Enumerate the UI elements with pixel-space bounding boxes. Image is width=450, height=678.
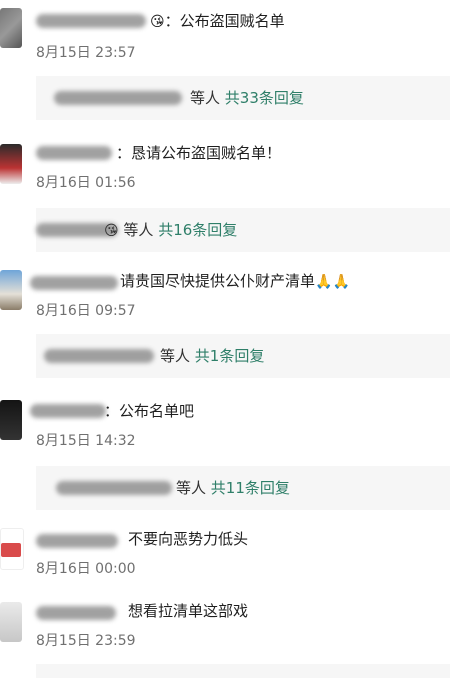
comment-item[interactable]: 不要向恶势力低头 8月16日 00:00: [0, 528, 450, 582]
comment-item[interactable]: 想看拉清单这部戏 8月15日 23:59: [0, 600, 450, 678]
reply-user-redacted: [54, 91, 182, 105]
reply-count-link[interactable]: 共1条回复: [195, 347, 265, 365]
comment-text: 想看拉清单这部戏: [128, 602, 249, 620]
reply-line: 😘 等人 共16条回复: [104, 221, 238, 239]
comment-timestamp: 8月16日 00:00: [36, 561, 136, 577]
comment-timestamp: 8月16日 09:57: [36, 303, 136, 319]
comment-text: 😘：公布盗国贼名单: [150, 12, 285, 30]
comment-text: ：恳请公布盗国贼名单！: [116, 144, 282, 162]
comment-item[interactable]: ：恳请公布盗国贼名单！ 8月16日 01:56 😘 等人 共16条回复: [0, 140, 450, 258]
kiss-emoji-icon: 😘: [104, 223, 119, 239]
comment-text: 请贵国尽快提供公仆财产清单🙏🙏: [120, 272, 350, 290]
comment-item[interactable]: 请贵国尽快提供公仆财产清单🙏🙏 8月16日 09:57 等人 共1条回复: [0, 270, 450, 382]
reply-line: 等人 共1条回复: [160, 347, 265, 365]
reply-count-link[interactable]: 共11条回复: [211, 479, 290, 497]
avatar[interactable]: [0, 602, 22, 642]
commenter-name-redacted: [36, 534, 118, 548]
comment-timestamp: 8月15日 23:57: [36, 45, 136, 61]
comment-timestamp: 8月15日 14:32: [36, 433, 136, 449]
reply-user-redacted: [56, 481, 172, 495]
avatar[interactable]: [0, 400, 22, 440]
reply-count-link[interactable]: 共16条回复: [158, 221, 237, 239]
reply-line: 等人 共11条回复: [176, 479, 290, 497]
commenter-name-redacted: [36, 146, 112, 160]
reply-summary[interactable]: 等人 共33条回复: [36, 76, 450, 120]
commenter-name-redacted: [36, 14, 146, 28]
reply-line: 等人 共33条回复: [190, 89, 304, 107]
comment-item[interactable]: ：公布名单吧 8月15日 14:32 等人 共11条回复: [0, 398, 450, 510]
reply-user-redacted: [44, 349, 154, 363]
comment-timestamp: 8月15日 23:59: [36, 633, 136, 649]
reply-summary[interactable]: 😘 等人 共16条回复: [36, 208, 450, 252]
avatar[interactable]: [0, 8, 22, 48]
pray-emoji-icon: 🙏🙏: [315, 274, 350, 290]
reply-summary[interactable]: [36, 664, 450, 678]
avatar[interactable]: [0, 528, 24, 570]
commenter-name-redacted: [36, 606, 116, 620]
commenter-name-redacted: [30, 276, 118, 290]
comment-text: 不要向恶势力低头: [128, 530, 249, 548]
reply-count-link[interactable]: 共33条回复: [225, 89, 304, 107]
avatar[interactable]: [0, 270, 22, 310]
kiss-emoji-icon: 😘: [150, 14, 165, 30]
reply-summary[interactable]: 等人 共1条回复: [36, 334, 450, 378]
comment-timestamp: 8月16日 01:56: [36, 175, 136, 191]
commenter-name-redacted: [30, 404, 106, 418]
reply-summary[interactable]: 等人 共11条回复: [36, 466, 450, 510]
avatar[interactable]: [0, 144, 22, 184]
comment-text: ：公布名单吧: [104, 402, 195, 420]
comment-item[interactable]: 😘：公布盗国贼名单 8月15日 23:57 等人 共33条回复: [0, 8, 450, 126]
